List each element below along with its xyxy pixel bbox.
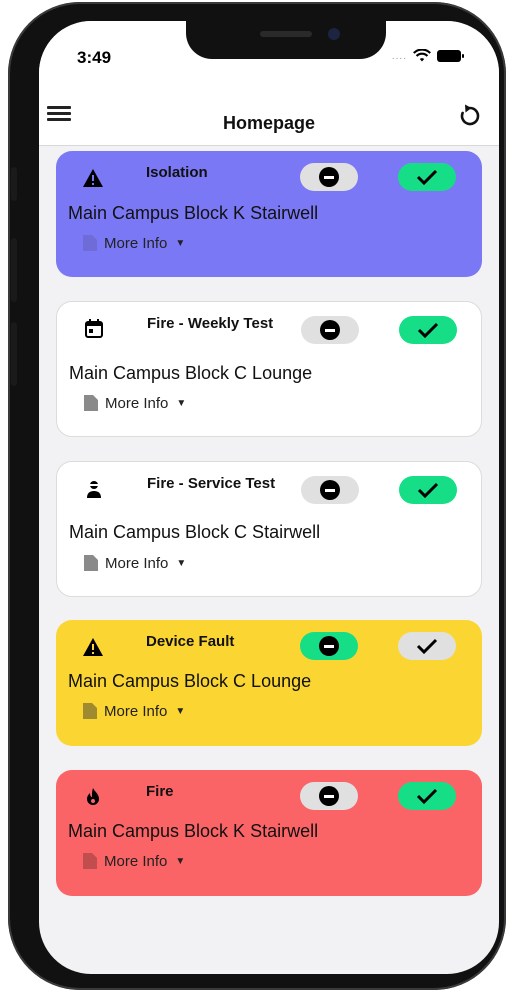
alert-location: Main Campus Block C Stairwell	[69, 522, 321, 542]
minus-circle-icon	[320, 480, 340, 500]
status-time: 3:49	[77, 48, 112, 67]
caret-down-icon: ▼	[176, 557, 187, 569]
acknowledge-button[interactable]	[398, 163, 456, 191]
more-info-toggle[interactable]: More Info ▼	[82, 702, 185, 720]
alert-card-device-fault[interactable]: Device Fault Main Campus Block C Lounge …	[56, 620, 482, 746]
volume-up-button	[11, 238, 17, 302]
dismiss-button[interactable]	[301, 476, 359, 504]
more-info-label: More Info	[104, 234, 168, 252]
acknowledge-button[interactable]	[398, 632, 456, 660]
page-title: Homepage	[222, 113, 316, 133]
acknowledge-button[interactable]	[398, 782, 456, 810]
alert-card-fire[interactable]: Fire Main Campus Block K Stairwell More …	[56, 770, 482, 896]
document-icon	[84, 395, 98, 411]
more-info-toggle[interactable]: More Info ▼	[83, 394, 186, 412]
alert-type: Isolation	[146, 164, 208, 181]
alert-location: Main Campus Block C Lounge	[68, 671, 312, 691]
front-camera	[328, 28, 340, 40]
checkmark-icon	[417, 322, 439, 339]
document-icon	[83, 235, 97, 251]
warning-icon	[83, 169, 103, 187]
acknowledge-button[interactable]	[399, 316, 457, 344]
dismiss-button[interactable]	[300, 782, 358, 810]
minus-circle-icon	[320, 320, 340, 340]
notch	[186, 21, 386, 59]
more-info-label: More Info	[104, 852, 168, 870]
technician-icon	[87, 481, 101, 498]
more-info-label: More Info	[105, 394, 169, 412]
flame-icon	[87, 788, 99, 805]
checkmark-icon	[416, 169, 438, 186]
phone-frame: 3:49 .... Homepage Isolation Main Campus…	[8, 2, 506, 990]
dismiss-button[interactable]	[300, 632, 358, 660]
status-icons: ....	[391, 49, 464, 63]
minus-circle-icon	[319, 636, 339, 656]
alert-type: Fire	[146, 783, 174, 800]
warning-icon	[83, 638, 103, 656]
wifi-icon	[413, 49, 431, 62]
caret-down-icon: ▼	[176, 397, 187, 409]
alert-location: Main Campus Block C Lounge	[69, 363, 313, 383]
signal-dots: ....	[391, 50, 407, 62]
more-info-toggle[interactable]: More Info ▼	[83, 554, 186, 572]
battery-icon	[437, 50, 464, 62]
dismiss-button[interactable]	[300, 163, 358, 191]
calendar-icon	[85, 319, 103, 338]
speaker-grille	[260, 31, 312, 37]
alert-location: Main Campus Block K Stairwell	[68, 203, 319, 223]
mute-switch	[11, 167, 17, 201]
more-info-label: More Info	[104, 702, 168, 720]
minus-circle-icon	[319, 167, 339, 187]
dismiss-button[interactable]	[301, 316, 359, 344]
app-screen: 3:49 .... Homepage Isolation Main Campus…	[39, 21, 499, 974]
checkmark-icon	[416, 788, 438, 805]
alert-location: Main Campus Block K Stairwell	[68, 821, 319, 841]
alert-type: Fire - Weekly Test	[147, 315, 274, 332]
more-info-toggle[interactable]: More Info ▼	[82, 852, 185, 870]
app-header: Homepage	[39, 83, 499, 146]
caret-down-icon: ▼	[175, 237, 186, 249]
refresh-icon[interactable]	[457, 103, 483, 129]
alert-card-fire-service-test[interactable]: Fire - Service Test Main Campus Block C …	[56, 461, 482, 597]
document-icon	[83, 703, 97, 719]
alert-type: Fire - Service Test	[147, 475, 276, 492]
more-info-toggle[interactable]: More Info ▼	[82, 234, 185, 252]
more-info-label: More Info	[105, 554, 169, 572]
caret-down-icon: ▼	[175, 855, 186, 867]
acknowledge-button[interactable]	[399, 476, 457, 504]
alert-type: Device Fault	[146, 633, 235, 650]
alert-card-fire-weekly-test[interactable]: Fire - Weekly Test Main Campus Block C L…	[56, 301, 482, 437]
minus-circle-icon	[319, 786, 339, 806]
checkmark-icon	[416, 638, 438, 655]
document-icon	[84, 555, 98, 571]
document-icon	[83, 853, 97, 869]
caret-down-icon: ▼	[175, 705, 186, 717]
checkmark-icon	[417, 482, 439, 499]
volume-down-button	[11, 322, 17, 386]
alert-card-isolation[interactable]: Isolation Main Campus Block K Stairwell …	[56, 151, 482, 277]
